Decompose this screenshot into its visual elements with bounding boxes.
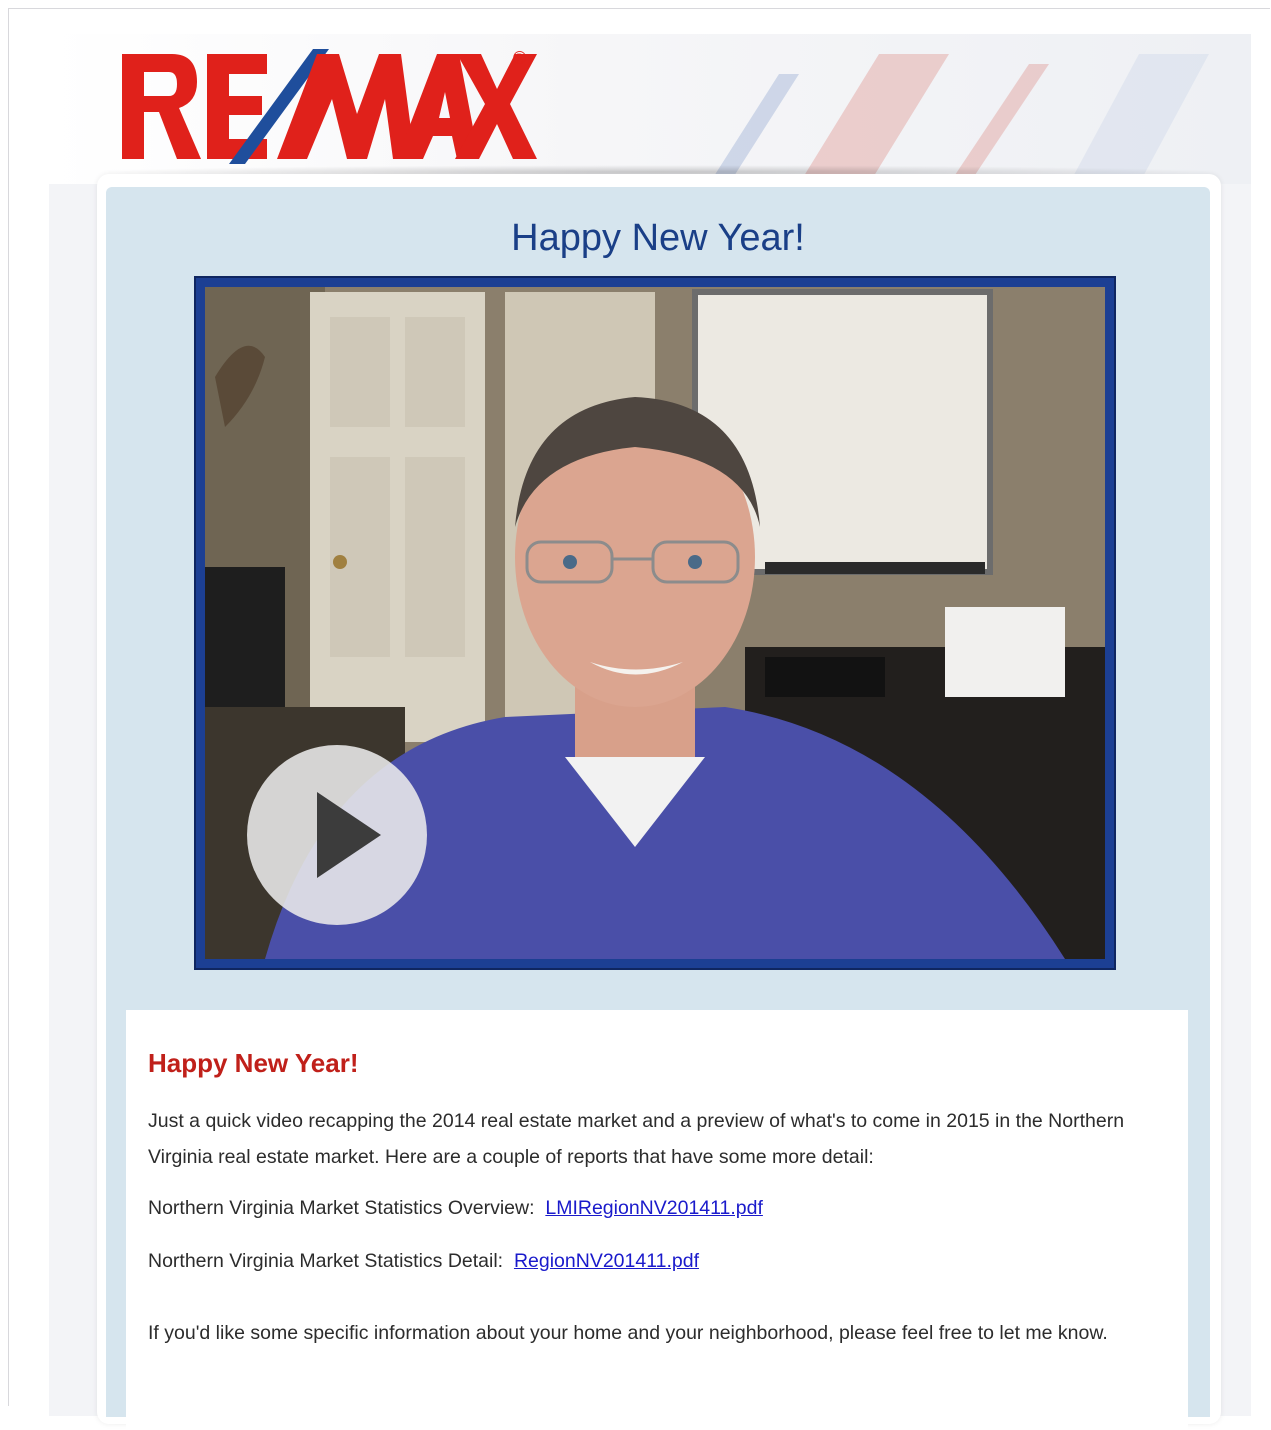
report-detail-link[interactable]: RegionNV201411.pdf	[514, 1250, 699, 1272]
message-content: Happy New Year! Just a quick video recap…	[126, 1010, 1188, 1430]
email-body: ® Happy New Year! Happy New Year! Just a…	[49, 34, 1251, 1430]
play-icon	[317, 792, 381, 878]
message-title: Happy New Year!	[148, 1048, 359, 1078]
play-button[interactable]	[247, 745, 427, 925]
report-overview-link[interactable]: LMIRegionNV201411.pdf	[545, 1197, 763, 1219]
header-watermark	[709, 54, 1209, 184]
video-player[interactable]	[194, 276, 1116, 970]
message-closing: If you'd like some specific information …	[148, 1322, 1108, 1344]
report-overview: Northern Virginia Market Statistics Over…	[148, 1190, 1168, 1226]
page-title: Happy New Year!	[511, 217, 805, 259]
report-overview-label: Northern Virginia Market Statistics Over…	[148, 1197, 535, 1219]
video-panel: Happy New Year! Happy New Year! Just a q…	[106, 187, 1210, 1430]
video-thumbnail[interactable]	[205, 287, 1105, 959]
registered-mark: ®	[513, 48, 526, 68]
report-detail-label: Northern Virginia Market Statistics Deta…	[148, 1250, 504, 1272]
message-intro: Just a quick video recapping the 2014 re…	[148, 1110, 1125, 1168]
remax-logo: ®	[122, 48, 537, 164]
email-header: ®	[49, 34, 1251, 184]
email-card: Happy New Year! Happy New Year! Just a q…	[97, 174, 1221, 1430]
email-viewport: ® Happy New Year! Happy New Year! Just a…	[8, 8, 1270, 1430]
report-detail: Northern Virginia Market Statistics Deta…	[148, 1243, 1168, 1279]
